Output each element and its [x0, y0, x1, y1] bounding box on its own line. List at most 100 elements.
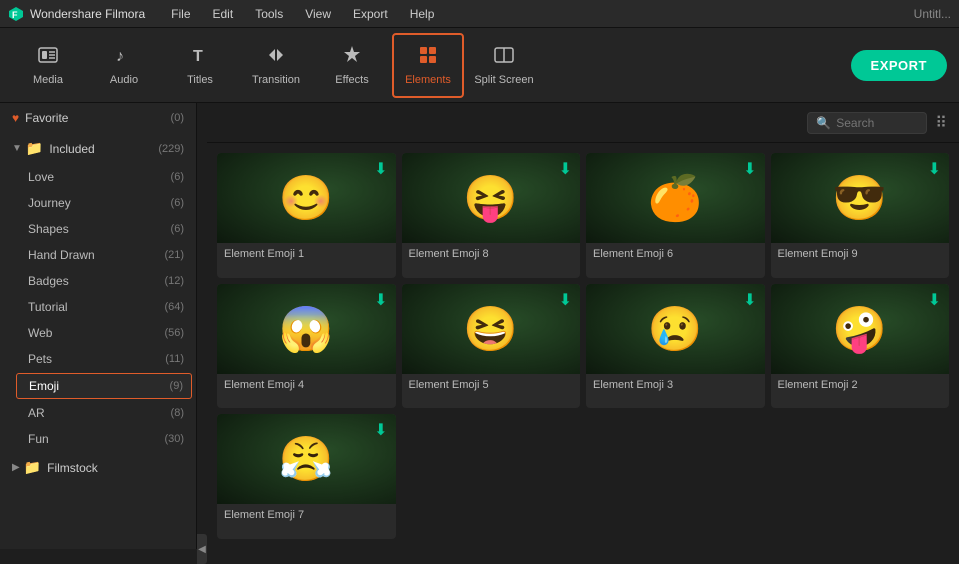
badges-label: Badges	[28, 274, 164, 288]
content-toolbar: 🔍 ⠿	[207, 103, 959, 143]
element-thumbnail: 😝 ⬇	[402, 153, 581, 243]
media-icon	[37, 44, 59, 70]
search-input[interactable]	[836, 116, 916, 130]
element-card[interactable]: 😎 ⬇ Element Emoji 9	[771, 153, 950, 278]
svg-text:F: F	[12, 10, 18, 20]
menu-edit[interactable]: Edit	[203, 5, 244, 23]
sidebar-item-favorite[interactable]: ♥ Favorite (0)	[0, 103, 196, 133]
element-name-label: Element Emoji 6	[586, 243, 765, 265]
element-card[interactable]: 😝 ⬇ Element Emoji 8	[402, 153, 581, 278]
menu-tools[interactable]: Tools	[245, 5, 293, 23]
svg-text:T: T	[193, 48, 203, 65]
element-name-label: Element Emoji 3	[586, 374, 765, 396]
element-thumbnail: 😆 ⬇	[402, 284, 581, 374]
chevron-right-icon: ▶	[12, 462, 20, 473]
toolbar-splitscreen[interactable]: Split Screen	[468, 33, 540, 98]
sidebar-group-included[interactable]: ▼ 📁 Included (229)	[0, 133, 196, 164]
sidebar-item-badges[interactable]: Badges (12)	[12, 268, 196, 294]
sidebar-collapse-handle[interactable]: ◀	[197, 534, 207, 564]
web-label: Web	[28, 326, 164, 340]
app-logo: F Wondershare Filmora	[8, 6, 145, 22]
sidebar-item-love[interactable]: Love (6)	[12, 164, 196, 190]
element-card[interactable]: 😱 ⬇ Element Emoji 4	[217, 284, 396, 409]
included-count: (229)	[158, 143, 184, 155]
search-box: 🔍	[807, 112, 927, 134]
sidebar-item-fun[interactable]: Fun (30)	[12, 426, 196, 452]
sub-items-list: Love (6) Journey (6) Shapes (6) Hand Dra…	[0, 164, 196, 452]
menu-view[interactable]: View	[295, 5, 341, 23]
element-card[interactable]: 🤪 ⬇ Element Emoji 2	[771, 284, 950, 409]
element-card[interactable]: 😆 ⬇ Element Emoji 5	[402, 284, 581, 409]
favorite-count: (0)	[171, 112, 184, 124]
menu-bar: F Wondershare Filmora File Edit Tools Vi…	[0, 0, 959, 28]
search-icon: 🔍	[816, 116, 831, 130]
window-title: Untitl...	[914, 7, 951, 21]
svg-text:♪: ♪	[116, 48, 124, 65]
badges-count: (12)	[164, 275, 184, 287]
sidebar-item-shapes[interactable]: Shapes (6)	[12, 216, 196, 242]
included-label: Included	[49, 142, 158, 156]
journey-label: Journey	[28, 196, 171, 210]
sidebar-item-handdrawn[interactable]: Hand Drawn (21)	[12, 242, 196, 268]
element-card[interactable]: 😤 ⬇ Element Emoji 7	[217, 414, 396, 539]
toolbar: Media ♪ Audio T Titles Transition	[0, 28, 959, 103]
element-name-label: Element Emoji 9	[771, 243, 950, 265]
toolbar-transition[interactable]: Transition	[240, 33, 312, 98]
element-thumbnail: 🍊 ⬇	[586, 153, 765, 243]
love-count: (6)	[171, 171, 184, 183]
audio-icon: ♪	[113, 44, 135, 70]
splitscreen-icon	[493, 44, 515, 70]
sidebar: ♥ Favorite (0) ▼ 📁 Included (229) Love (…	[0, 103, 197, 549]
tutorial-label: Tutorial	[28, 300, 164, 314]
content-area: 🔍 ⠿ 😊 ⬇ Element Emoji 1 😝 ⬇ Element Emoj…	[207, 103, 959, 549]
element-card[interactable]: 🍊 ⬇ Element Emoji 6	[586, 153, 765, 278]
element-card[interactable]: 😢 ⬇ Element Emoji 3	[586, 284, 765, 409]
main-area: ♥ Favorite (0) ▼ 📁 Included (229) Love (…	[0, 103, 959, 549]
element-name-label: Element Emoji 1	[217, 243, 396, 265]
menu-help[interactable]: Help	[400, 5, 445, 23]
element-name-label: Element Emoji 5	[402, 374, 581, 396]
fun-label: Fun	[28, 432, 164, 446]
element-name-label: Element Emoji 4	[217, 374, 396, 396]
titles-icon: T	[189, 44, 211, 70]
web-count: (56)	[164, 327, 184, 339]
filmstock-label: Filmstock	[47, 461, 184, 475]
element-card[interactable]: 😊 ⬇ Element Emoji 1	[217, 153, 396, 278]
tutorial-count: (64)	[164, 301, 184, 313]
sidebar-item-ar[interactable]: AR (8)	[12, 400, 196, 426]
sidebar-item-emoji[interactable]: Emoji (9)	[16, 373, 192, 399]
toolbar-elements[interactable]: Elements	[392, 33, 464, 98]
titles-label: Titles	[187, 74, 213, 86]
favorite-label: Favorite	[25, 111, 170, 125]
toolbar-audio[interactable]: ♪ Audio	[88, 33, 160, 98]
emoji-count: (9)	[170, 380, 183, 392]
filmstock-folder-icon: 📁	[24, 459, 41, 476]
menu-items: File Edit Tools View Export Help	[161, 5, 444, 23]
chevron-down-icon: ▼	[12, 143, 22, 154]
app-logo-icon: F	[8, 6, 24, 22]
handdrawn-label: Hand Drawn	[28, 248, 164, 262]
pets-count: (11)	[165, 353, 184, 365]
sidebar-item-pets[interactable]: Pets (11)	[12, 346, 196, 372]
grid-toggle[interactable]: ⠿	[935, 113, 947, 133]
menu-file[interactable]: File	[161, 5, 200, 23]
element-thumbnail: 🤪 ⬇	[771, 284, 950, 374]
menu-export[interactable]: Export	[343, 5, 398, 23]
media-label: Media	[33, 74, 63, 86]
toolbar-effects[interactable]: Effects	[316, 33, 388, 98]
sidebar-group-filmstock[interactable]: ▶ 📁 Filmstock	[0, 452, 196, 483]
toolbar-titles[interactable]: T Titles	[164, 33, 236, 98]
sidebar-item-journey[interactable]: Journey (6)	[12, 190, 196, 216]
elements-label: Elements	[405, 74, 451, 86]
folder-icon: 📁	[26, 140, 43, 157]
elements-icon	[417, 44, 439, 70]
export-button[interactable]: EXPORT	[851, 50, 947, 81]
sidebar-item-web[interactable]: Web (56)	[12, 320, 196, 346]
effects-label: Effects	[335, 74, 368, 86]
element-thumbnail: 😎 ⬇	[771, 153, 950, 243]
element-thumbnail: 😊 ⬇	[217, 153, 396, 243]
element-name-label: Element Emoji 8	[402, 243, 581, 265]
ar-label: AR	[28, 406, 171, 420]
sidebar-item-tutorial[interactable]: Tutorial (64)	[12, 294, 196, 320]
toolbar-media[interactable]: Media	[12, 33, 84, 98]
